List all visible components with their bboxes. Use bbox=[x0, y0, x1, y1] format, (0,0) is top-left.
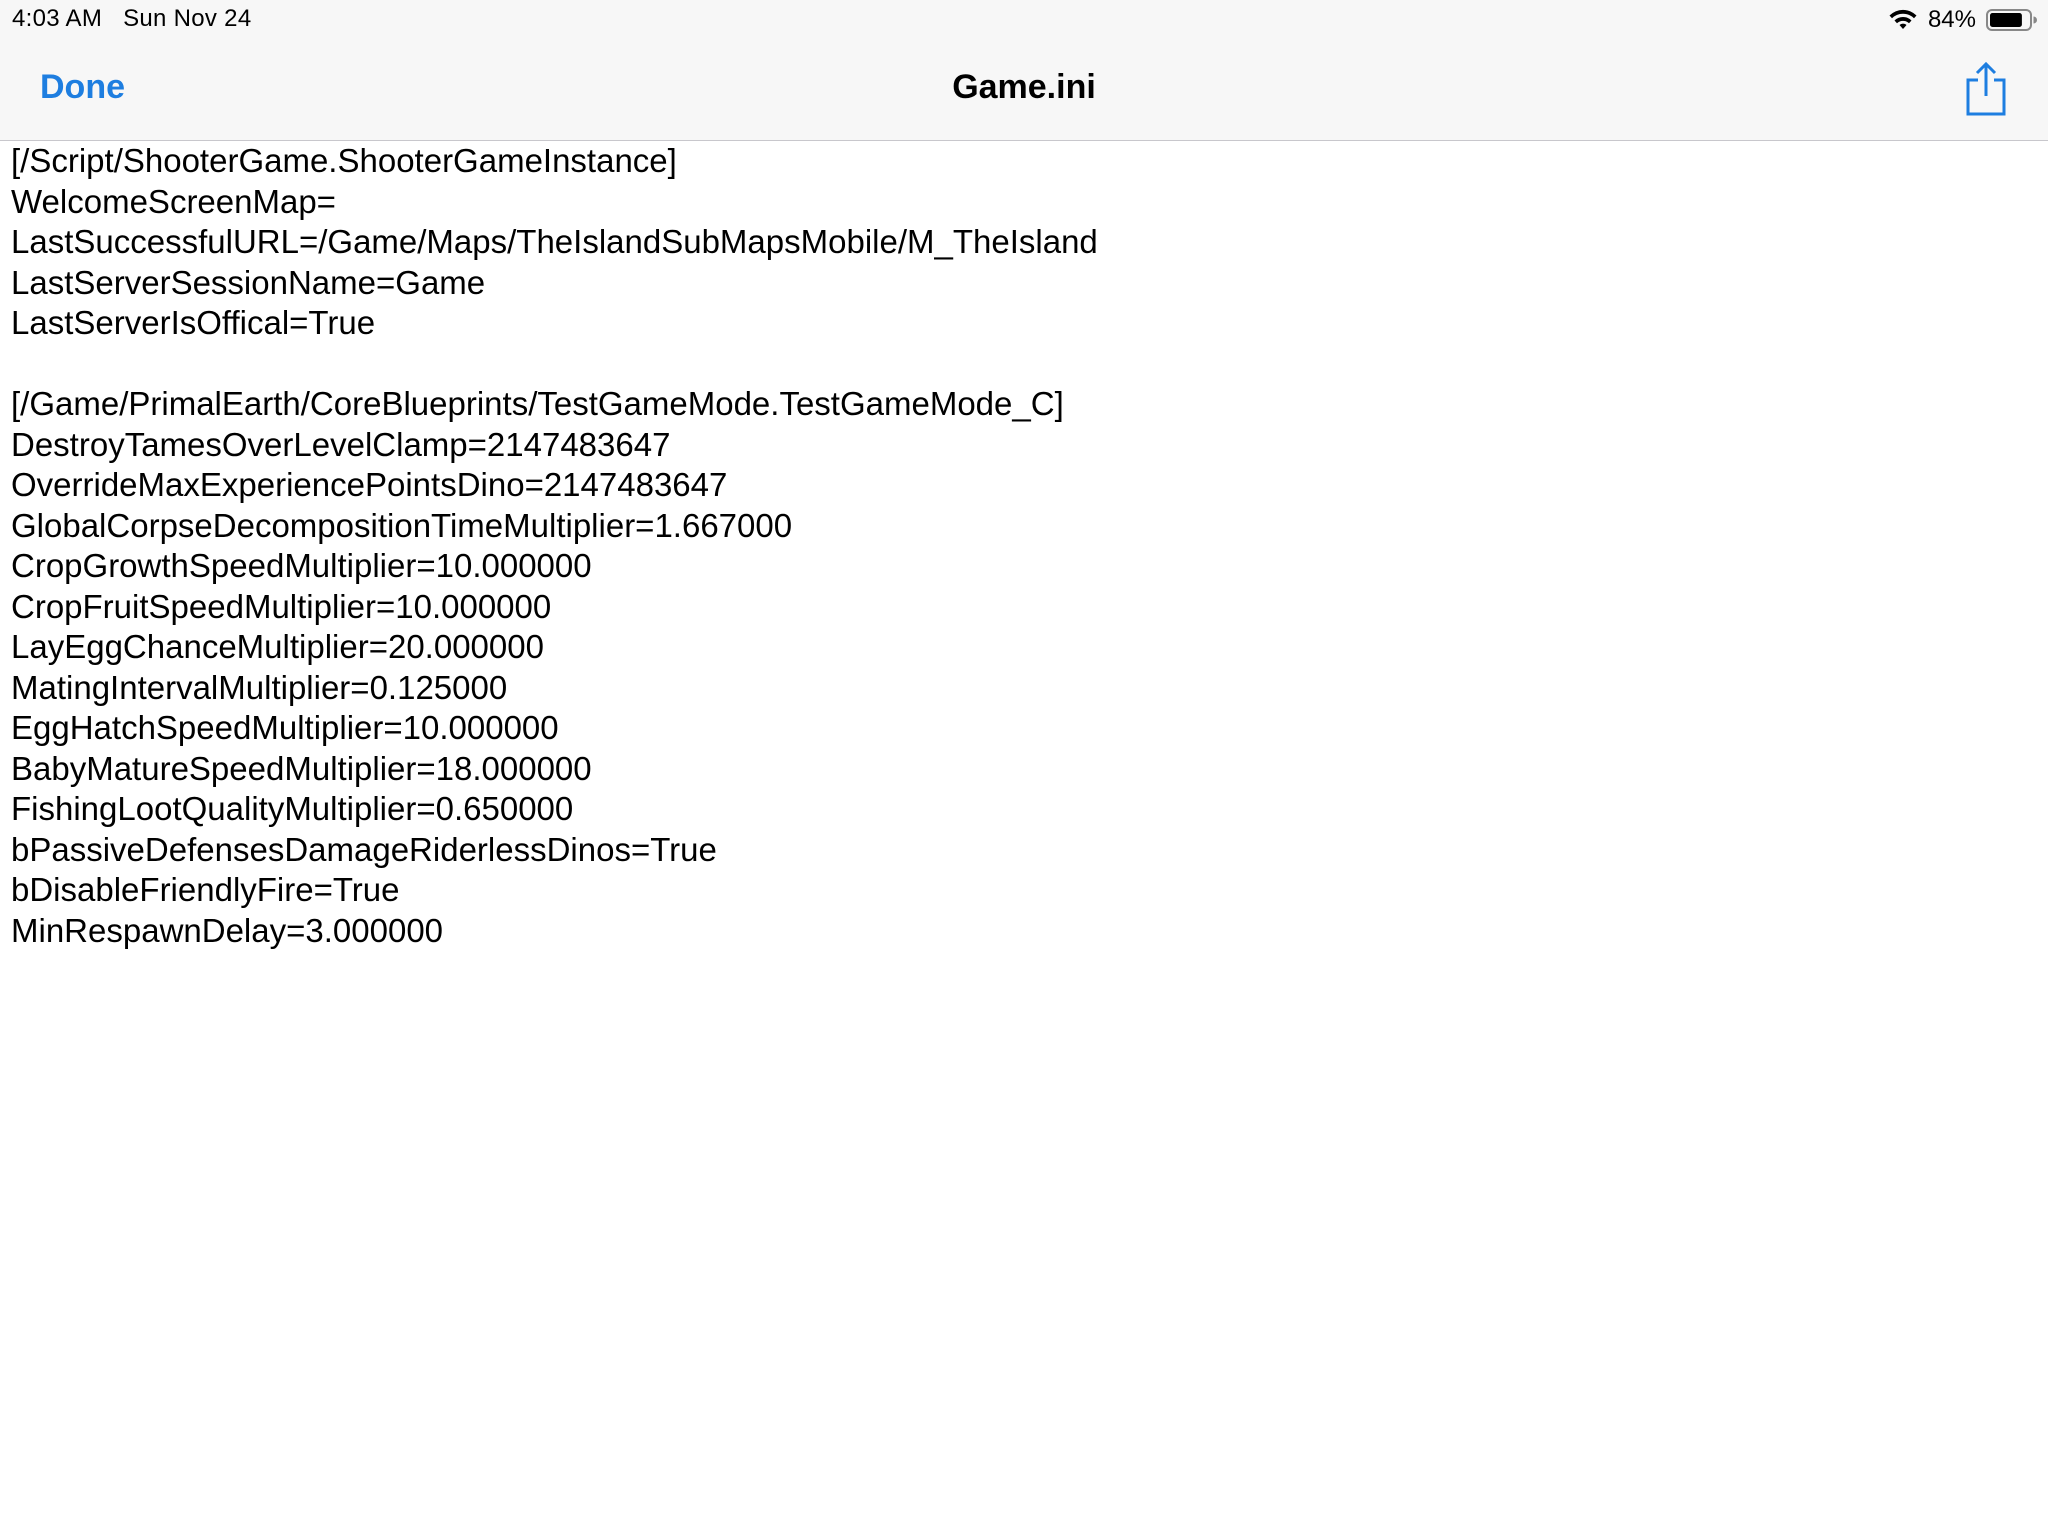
document-line: DestroyTamesOverLevelClamp=2147483647 bbox=[11, 425, 671, 463]
document-line: EggHatchSpeedMultiplier=10.000000 bbox=[11, 709, 559, 746]
document-text-view[interactable]: [/Script/ShooterGame.ShooterGameInstance… bbox=[11, 141, 2031, 951]
battery-percent: 84% bbox=[1927, 6, 1976, 33]
document-line: WelcomeScreenMap= bbox=[11, 182, 336, 220]
document-line: bPassiveDefensesDamageRiderlessDinos=Tru… bbox=[11, 830, 717, 868]
document-line: MatingIntervalMultiplier=0.125000 bbox=[11, 668, 508, 706]
status-bar: 4:03 AM Sun Nov 24 84% bbox=[0, 0, 2048, 40]
document-line: MinRespawnDelay=3.000000 bbox=[11, 911, 444, 949]
status-indicators: 84% bbox=[1888, 4, 2038, 36]
wifi-icon bbox=[1888, 8, 1918, 32]
document-line: GlobalCorpseDecompositionTimeMultiplier=… bbox=[11, 506, 793, 544]
done-button[interactable]: Done bbox=[40, 68, 125, 107]
document-line: bDisableFriendlyFire=True bbox=[11, 871, 400, 908]
status-date: Sun Nov 24 bbox=[123, 5, 252, 32]
document-line: CropGrowthSpeedMultiplier=10.000000 bbox=[11, 547, 592, 584]
document-line: FishingLootQualityMultiplier=0.650000 bbox=[11, 790, 574, 827]
document-line: LastSuccessfulURL=/Game/Maps/TheIslandSu… bbox=[11, 223, 1098, 260]
document-line: LayEggChanceMultiplier=20.000000 bbox=[11, 628, 544, 665]
share-button[interactable] bbox=[1962, 60, 2010, 118]
status-time: 4:03 AM bbox=[12, 5, 103, 32]
document-line: [/Game/PrimalEarth/CoreBlueprints/TestGa… bbox=[11, 385, 1064, 422]
page-title: Game.ini bbox=[952, 68, 1096, 106]
document-line: BabyMatureSpeedMultiplier=18.000000 bbox=[11, 749, 592, 787]
share-icon bbox=[1962, 60, 2010, 118]
document-line: [/Script/ShooterGame.ShooterGameInstance… bbox=[11, 142, 677, 179]
document-line: LastServerSessionName=Game bbox=[11, 263, 486, 301]
document-line: LastServerIsOffical=True bbox=[11, 304, 376, 341]
document-line: CropFruitSpeedMultiplier=10.000000 bbox=[11, 587, 552, 625]
battery-icon bbox=[1986, 8, 2038, 32]
navigation-bar: Done Game.ini bbox=[0, 40, 2048, 141]
status-time-date: 4:03 AM Sun Nov 24 bbox=[12, 5, 251, 33]
document-line: OverrideMaxExperiencePointsDino=21474836… bbox=[11, 466, 728, 503]
